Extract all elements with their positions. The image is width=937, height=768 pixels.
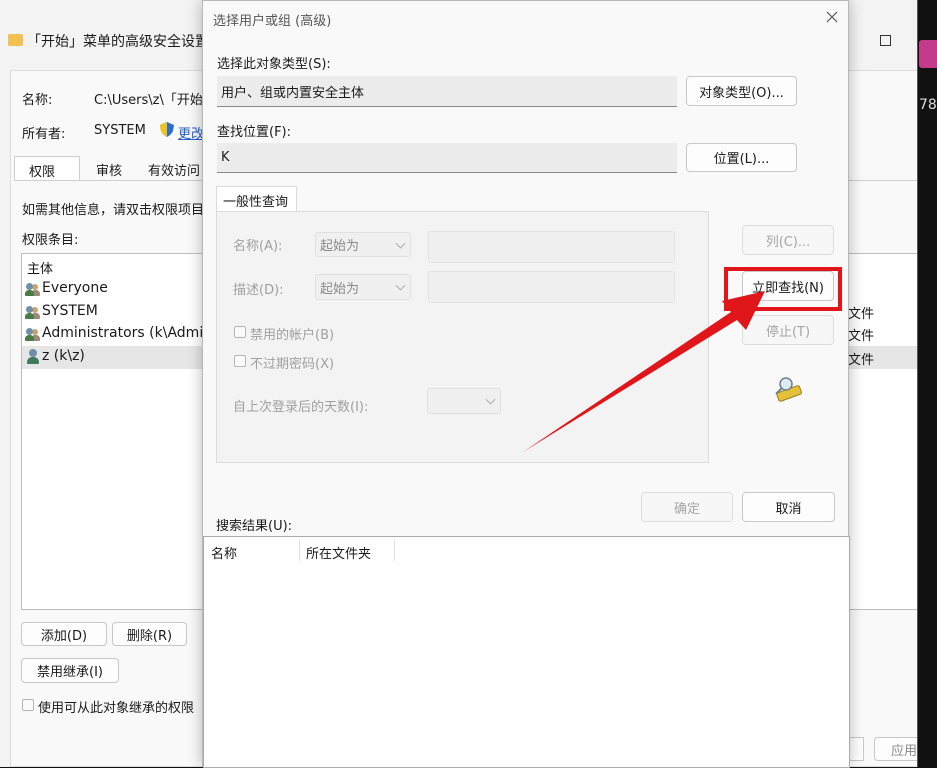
annotation-arrow xyxy=(523,291,765,452)
red-arrow xyxy=(523,291,765,452)
